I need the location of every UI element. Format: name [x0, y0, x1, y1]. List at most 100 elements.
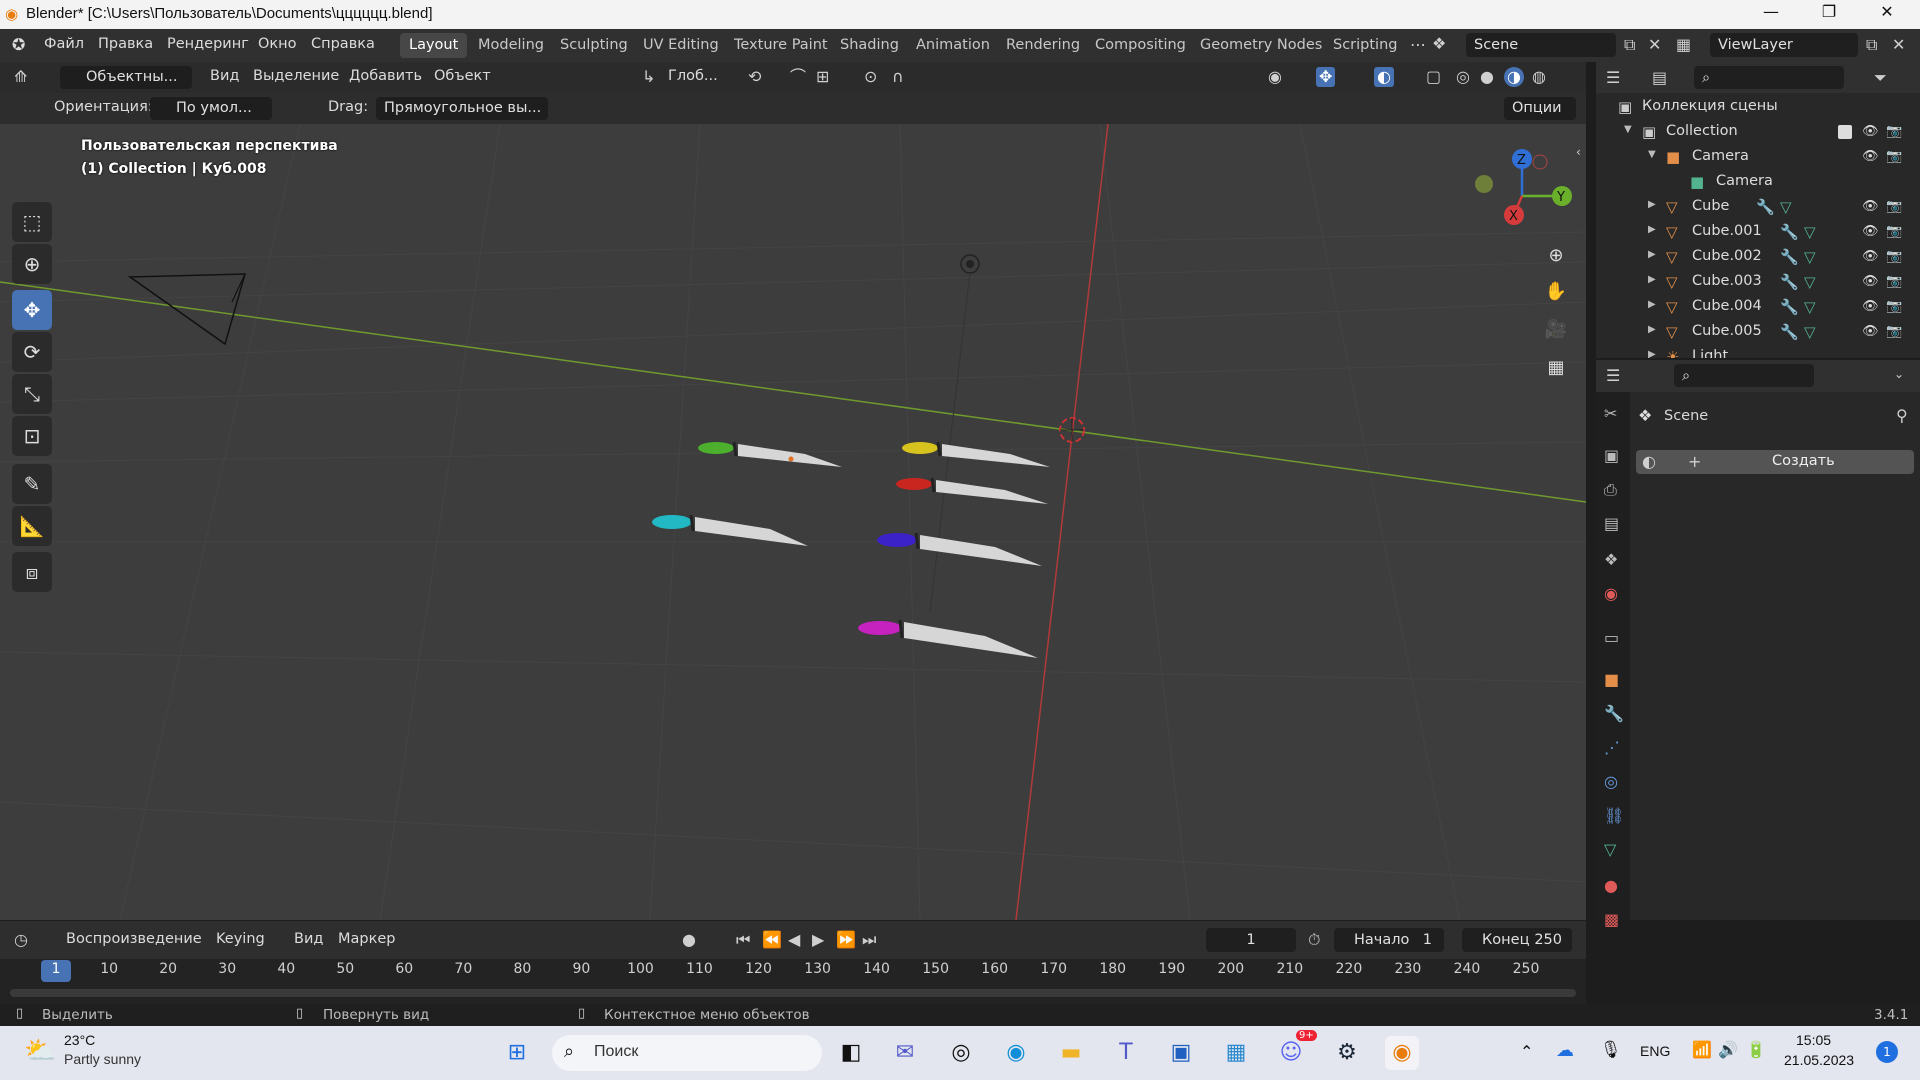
more-tabs-icon[interactable]: ⋯	[1410, 37, 1426, 53]
world-tab-icon[interactable]: ◉	[1604, 584, 1618, 603]
expand-arrow-icon[interactable]: ▶	[1648, 224, 1656, 235]
tab-uv-editing[interactable]: UV Editing	[634, 33, 728, 58]
volume-icon[interactable]: 🔊	[1718, 1040, 1738, 1059]
render-camera-icon[interactable]: 📷	[1886, 149, 1902, 164]
outliner-row-cube-004[interactable]: ▶ ▽ Cube.004 🔧 ▽ 👁 📷	[1596, 295, 1920, 320]
app-icon-2[interactable]: ▦	[1219, 1036, 1253, 1070]
collection-tab-icon[interactable]: ▭	[1604, 628, 1619, 647]
weather-icon[interactable]: ⛅	[24, 1036, 56, 1066]
object-tab-icon[interactable]: ■	[1604, 670, 1619, 689]
outliner-row-cube-001[interactable]: ▶ ▽ Cube.001 🔧 ▽ 👁 📷	[1596, 220, 1920, 245]
render-camera-icon[interactable]: 📷	[1886, 224, 1902, 239]
battery-icon[interactable]: 🔋	[1746, 1040, 1766, 1059]
file-explorer-icon[interactable]: ▬	[1054, 1036, 1088, 1070]
display-mode-icon[interactable]: ▤	[1652, 70, 1667, 86]
outliner-scene-collection[interactable]: ▣ Коллекция сцены	[1596, 95, 1920, 120]
end-frame-field[interactable]: Конец 250	[1462, 928, 1572, 952]
expand-arrow-icon[interactable]: ▶	[1648, 299, 1656, 310]
prev-keyframe-icon[interactable]: ⏪	[762, 932, 782, 948]
blender-menu-icon[interactable]: ✪	[12, 37, 25, 53]
view-layer-field[interactable]: ViewLayer	[1710, 33, 1858, 57]
expand-arrow-icon[interactable]: ▼	[1624, 124, 1632, 135]
outliner-search-input[interactable]: ⌕	[1694, 66, 1844, 89]
start-menu-icon[interactable]: ⊞	[500, 1036, 534, 1070]
view-layer-icon[interactable]: ▦	[1676, 37, 1691, 53]
world-icon[interactable]: ◐	[1642, 454, 1656, 470]
sidebar-toggle-icon[interactable]: ‹	[1576, 146, 1581, 158]
next-keyframe-icon[interactable]: ⏩	[836, 932, 856, 948]
outliner-row-light[interactable]: ▶ ☀ Light	[1596, 345, 1920, 358]
tab-rendering[interactable]: Rendering	[997, 33, 1089, 58]
wifi-icon[interactable]: 📶	[1692, 1040, 1712, 1059]
eye-icon[interactable]: 👁	[1862, 249, 1879, 264]
language-indicator[interactable]: ENG	[1640, 1043, 1670, 1059]
current-frame-field[interactable]: 1	[1206, 928, 1296, 952]
outliner-row-cube-003[interactable]: ▶ ▽ Cube.003 🔧 ▽ 👁 📷	[1596, 270, 1920, 295]
outliner-editor-icon[interactable]: ☰	[1606, 70, 1620, 86]
blender-taskbar-icon[interactable]: ◉	[1385, 1036, 1419, 1070]
minimize-button[interactable]: —	[1748, 2, 1794, 21]
play-icon[interactable]: ▶	[812, 932, 824, 948]
chevron-down-icon[interactable]: ⌄	[1894, 368, 1904, 380]
render-camera-icon[interactable]: 📷	[1886, 274, 1902, 289]
delete-view-layer-icon[interactable]: ✕	[1892, 37, 1905, 53]
tool-tab-icon[interactable]: ✂	[1604, 404, 1617, 423]
expand-arrow-icon[interactable]: ▶	[1648, 249, 1656, 260]
pan-hand-icon[interactable]: ✋	[1540, 276, 1572, 308]
expand-arrow-icon[interactable]: ▶	[1648, 349, 1656, 358]
stopwatch-icon[interactable]: ⏱	[1308, 932, 1320, 948]
eye-icon[interactable]: 👁	[1862, 199, 1879, 214]
pin-icon[interactable]: ⚲	[1896, 408, 1908, 424]
weather-desc[interactable]: Partly sunny	[64, 1051, 141, 1067]
exclude-checkbox[interactable]	[1838, 125, 1852, 139]
physics-tab-icon[interactable]: ◎	[1604, 772, 1618, 791]
task-view-icon[interactable]: ◧	[834, 1036, 868, 1070]
menu-help[interactable]: Справка	[311, 36, 375, 52]
tab-animation[interactable]: Animation	[907, 33, 999, 58]
timeline-scrollbar[interactable]	[10, 989, 1576, 997]
notifications-badge[interactable]: 1	[1876, 1041, 1898, 1063]
expand-arrow-icon[interactable]: ▼	[1648, 149, 1656, 160]
properties-editor-icon[interactable]: ☰	[1606, 368, 1620, 384]
store-icon[interactable]: ▣	[1164, 1036, 1198, 1070]
play-reverse-icon[interactable]: ◀	[788, 932, 800, 948]
zoom-icon[interactable]: ⊕	[1540, 240, 1572, 272]
edge-icon[interactable]: ◉	[999, 1036, 1033, 1070]
plus-icon[interactable]: +	[1688, 454, 1701, 470]
output-tab-icon[interactable]: ⎙	[1604, 480, 1617, 500]
delete-scene-icon[interactable]: ✕	[1648, 37, 1661, 53]
tray-chevron-icon[interactable]: ⌃	[1520, 1042, 1533, 1061]
new-scene-icon[interactable]: ⧉	[1624, 37, 1635, 53]
tab-layout[interactable]: Layout	[400, 33, 468, 58]
start-frame-field[interactable]: Начало 1	[1334, 928, 1444, 952]
filter-icon[interactable]: ⏷	[1874, 70, 1887, 86]
tab-texture-paint[interactable]: Texture Paint	[725, 33, 837, 58]
menu-render[interactable]: Рендеринг	[167, 36, 249, 52]
outliner-row-collection[interactable]: ▼ ▣ Collection 👁 📷	[1596, 120, 1920, 145]
onedrive-icon[interactable]: ☁	[1556, 1040, 1574, 1061]
weather-temp[interactable]: 23°C	[64, 1032, 95, 1048]
data-tab-icon[interactable]: ▽	[1604, 840, 1616, 859]
properties-search-input[interactable]: ⌕	[1674, 364, 1814, 387]
eye-icon[interactable]: 👁	[1862, 299, 1879, 314]
tab-modeling[interactable]: Modeling	[469, 33, 553, 58]
create-world-button[interactable]: Создать	[1772, 453, 1835, 469]
eye-icon[interactable]: 👁	[1862, 324, 1879, 339]
render-camera-icon[interactable]: 📷	[1886, 324, 1902, 339]
knife-blue[interactable]	[877, 532, 1042, 566]
texture-tab-icon[interactable]: ▩	[1604, 910, 1619, 929]
app-icon[interactable]: ◎	[944, 1036, 978, 1070]
teams-chat-icon[interactable]: ✉	[888, 1036, 922, 1070]
new-view-layer-icon[interactable]: ⧉	[1866, 37, 1877, 53]
render-camera-icon[interactable]: 📷	[1886, 249, 1902, 264]
record-icon[interactable]: ●	[682, 932, 696, 948]
knife-cyan[interactable]	[652, 514, 808, 546]
menu-marker[interactable]: Маркер	[338, 931, 395, 947]
outliner-row-camera[interactable]: ▼ ■ Camera 👁 📷	[1596, 145, 1920, 170]
close-button[interactable]: ✕	[1864, 2, 1910, 21]
material-tab-icon[interactable]: ●	[1604, 876, 1618, 895]
view-layer-tab-icon[interactable]: ▤	[1604, 514, 1619, 533]
knife-yellow[interactable]	[902, 441, 1050, 467]
tab-scripting[interactable]: Scripting	[1324, 33, 1406, 58]
menu-window[interactable]: Окно	[258, 36, 297, 52]
